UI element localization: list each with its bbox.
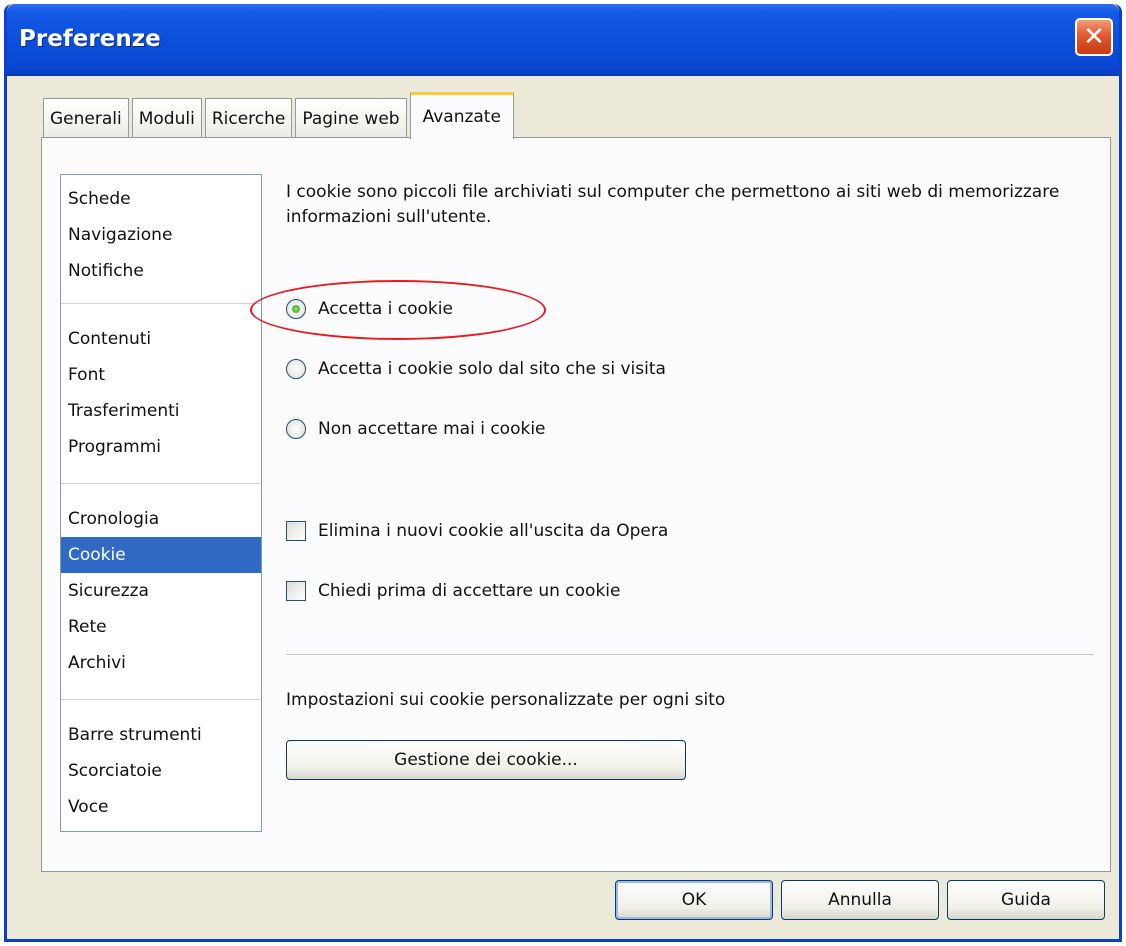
- checkbox-delete-label: Elimina i nuovi cookie all'uscita da Ope…: [318, 521, 669, 541]
- sidebar-group-2: Contenuti Font Trasferimenti Programmi: [61, 321, 261, 465]
- checkbox-ask-label: Chiedi prima di accettare un cookie: [318, 581, 621, 601]
- sidebar-separator: [61, 483, 261, 484]
- sidebar-item-font[interactable]: Font: [61, 357, 261, 393]
- section-divider-highlight: [286, 655, 1094, 656]
- sidebar-item-trasferimenti[interactable]: Trasferimenti: [61, 393, 261, 429]
- sidebar-item-voce[interactable]: Voce: [61, 789, 261, 825]
- help-button[interactable]: Guida: [947, 880, 1105, 920]
- sidebar-item-archivi[interactable]: Archivi: [61, 645, 261, 681]
- sidebar-item-navigazione[interactable]: Navigazione: [61, 217, 261, 253]
- close-button[interactable]: ✕: [1075, 18, 1113, 56]
- tab-moduli[interactable]: Moduli: [131, 98, 202, 138]
- tab-avanzate[interactable]: Avanzate: [409, 92, 514, 139]
- sidebar-group-3: Cronologia Cookie Sicurezza Rete Archivi: [61, 501, 261, 681]
- close-icon: ✕: [1083, 22, 1105, 52]
- sidebar-group-1: Schede Navigazione Notifiche: [61, 181, 261, 289]
- sidebar-item-cronologia[interactable]: Cronologia: [61, 501, 261, 537]
- sidebar-separator: [61, 699, 261, 700]
- checkbox-unchecked-icon[interactable]: [286, 581, 306, 601]
- tab-strip: Generali Moduli Ricerche Pagine web Avan…: [43, 90, 517, 139]
- manage-cookies-button[interactable]: Gestione dei cookie...: [286, 740, 686, 780]
- radio-accept-site-only[interactable]: Accetta i cookie solo dal sito che si vi…: [286, 354, 666, 384]
- radio-accept-label: Accetta i cookie: [318, 299, 453, 319]
- sidebar-item-contenuti[interactable]: Contenuti: [61, 321, 261, 357]
- checkbox-unchecked-icon[interactable]: [286, 521, 306, 541]
- tab-pagine-web[interactable]: Pagine web: [295, 98, 407, 138]
- sidebar-item-sicurezza[interactable]: Sicurezza: [61, 573, 261, 609]
- cancel-button[interactable]: Annulla: [781, 880, 939, 920]
- sidebar-separator: [61, 303, 261, 304]
- sidebar-item-cookie[interactable]: Cookie: [61, 537, 261, 573]
- radio-never-accept[interactable]: Non accettare mai i cookie: [286, 414, 546, 444]
- tab-ricerche[interactable]: Ricerche: [204, 98, 293, 138]
- sidebar-item-notifiche[interactable]: Notifiche: [61, 253, 261, 289]
- cookie-description: I cookie sono piccoli file archiviati su…: [286, 182, 1060, 227]
- radio-unchecked-icon[interactable]: [286, 419, 306, 439]
- radio-never-label: Non accettare mai i cookie: [318, 419, 546, 439]
- sidebar-item-programmi[interactable]: Programmi: [61, 429, 261, 465]
- radio-site-only-label: Accetta i cookie solo dal sito che si vi…: [318, 359, 666, 379]
- sidebar-item-rete[interactable]: Rete: [61, 609, 261, 645]
- checkbox-ask-first[interactable]: Chiedi prima di accettare un cookie: [286, 576, 620, 606]
- sidebar-list[interactable]: Schede Navigazione Notifiche Contenuti F…: [60, 174, 262, 832]
- radio-checked-icon[interactable]: [286, 299, 306, 319]
- preferences-dialog: Preferenze ✕ Generali Moduli Ricerche Pa…: [4, 4, 1122, 942]
- radio-unchecked-icon[interactable]: [286, 359, 306, 379]
- ok-button[interactable]: OK: [615, 880, 773, 920]
- sidebar-item-schede[interactable]: Schede: [61, 181, 261, 217]
- per-site-label: Impostazioni sui cookie personalizzate p…: [286, 690, 726, 710]
- checkbox-delete-on-exit[interactable]: Elimina i nuovi cookie all'uscita da Ope…: [286, 516, 668, 546]
- radio-accept-cookies[interactable]: Accetta i cookie: [286, 294, 453, 324]
- title-bar[interactable]: Preferenze ✕: [7, 4, 1119, 76]
- sidebar-item-scorciatoie[interactable]: Scorciatoie: [61, 753, 261, 789]
- tab-generali[interactable]: Generali: [43, 98, 129, 138]
- window-title: Preferenze: [19, 26, 161, 52]
- sidebar-group-4: Barre strumenti Scorciatoie Voce: [61, 717, 261, 825]
- sidebar-item-barre-strumenti[interactable]: Barre strumenti: [61, 717, 261, 753]
- tab-panel-avanzate: Schede Navigazione Notifiche Contenuti F…: [41, 137, 1111, 872]
